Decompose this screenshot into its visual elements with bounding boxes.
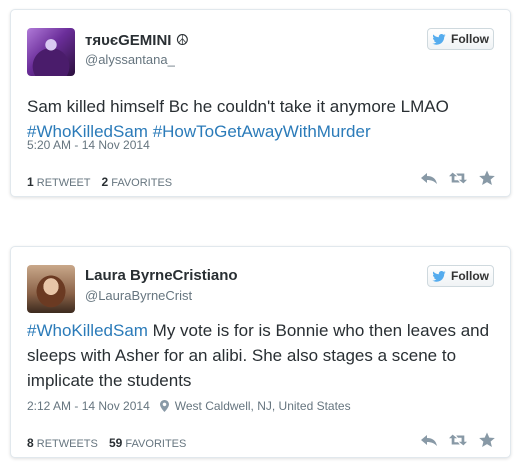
tweet-meta: 5:20 AM - 14 Nov 2014 [27,138,150,152]
favorite-count[interactable]: 59 [109,436,122,450]
reply-icon[interactable] [420,432,438,448]
hashtag-link[interactable]: #HowToGetAwayWithMurder [153,122,371,141]
avatar[interactable] [27,265,75,313]
retweet-label[interactable]: RETWEET [37,177,91,189]
user-handle[interactable]: @LauraByrneCrist [85,288,192,303]
tweet-text: #WhoKilledSam My vote is for is Bonnie w… [27,318,496,393]
tweet-stats: 1 RETWEET 2 FAVORITES [27,175,172,189]
tweet-actions [420,432,496,448]
retweet-icon[interactable] [449,170,467,186]
follow-button[interactable]: Follow [427,28,494,50]
tweet-card: Laura ByrneCristiano @LauraByrneCrist Fo… [10,246,511,458]
favorite-star-icon[interactable] [478,170,496,186]
retweet-label[interactable]: RETWEETS [37,438,98,450]
display-name[interactable]: Laura ByrneCristiano [85,267,238,284]
tweet-text-body: Sam killed himself Bc he couldn't take i… [27,97,449,116]
tweet-meta: 2:12 AM - 14 Nov 2014 West Caldwell, NJ,… [27,399,351,413]
user-handle[interactable]: @alyssantana_ [85,52,175,67]
favorite-label[interactable]: FAVORITES [111,177,172,189]
display-name[interactable]: тяυєGEMINI ☮ [85,31,189,49]
follow-button[interactable]: Follow [427,265,494,287]
retweet-count[interactable]: 1 [27,175,34,189]
favorite-star-icon[interactable] [478,432,496,448]
avatar[interactable] [27,28,75,76]
tweet-stats: 8 RETWEETS 59 FAVORITES [27,436,186,450]
location-link[interactable]: West Caldwell, NJ, United States [175,399,351,413]
favorite-count[interactable]: 2 [101,175,108,189]
reply-icon[interactable] [420,170,438,186]
tweet-card: тяυєGEMINI ☮ @alyssantana_ Follow Sam ki… [10,9,511,197]
tweet-actions [420,170,496,186]
timestamp-link[interactable]: 2:12 AM - 14 Nov 2014 [27,399,150,413]
location-pin-icon [159,400,169,412]
hashtag-link[interactable]: #WhoKilledSam [27,321,148,340]
tweet-text: Sam killed himself Bc he couldn't take i… [27,94,496,144]
follow-label: Follow [451,32,489,46]
follow-label: Follow [451,269,489,283]
retweet-count[interactable]: 8 [27,436,34,450]
timestamp-link[interactable]: 5:20 AM - 14 Nov 2014 [27,138,150,152]
twitter-bird-icon [432,33,446,45]
retweet-icon[interactable] [449,432,467,448]
favorite-label[interactable]: FAVORITES [125,438,186,450]
twitter-bird-icon [432,270,446,282]
